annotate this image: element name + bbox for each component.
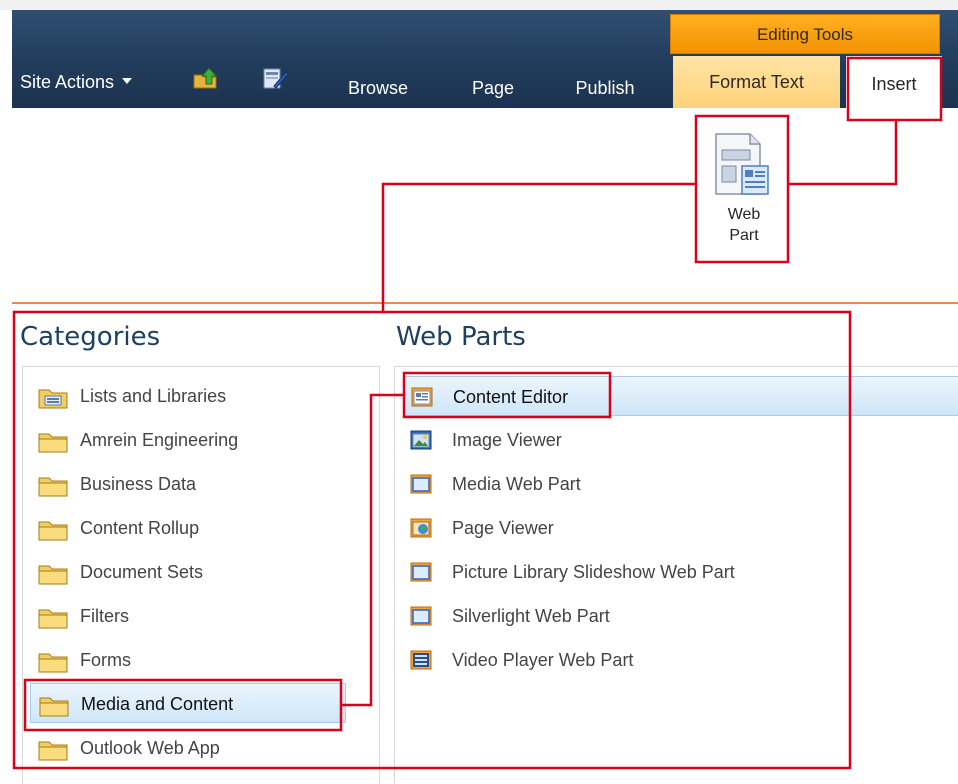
folder-icon	[38, 609, 68, 629]
web-part-item-selected[interactable]: Content Editor	[404, 376, 958, 416]
library-folder-icon	[38, 389, 68, 409]
folder-icon	[38, 433, 68, 453]
folder-icon	[39, 697, 69, 717]
folder-icon	[38, 521, 68, 541]
top-margin	[0, 0, 958, 10]
web-part-label-line1: Web	[727, 206, 761, 223]
folder-icon	[38, 741, 68, 761]
category-item[interactable]: Business Data	[30, 464, 346, 504]
category-label: Document Sets	[80, 562, 204, 582]
category-label: Content Rollup	[80, 518, 200, 538]
site-actions-label: Site Actions	[20, 72, 115, 92]
category-label: Filters	[80, 606, 129, 626]
folder-icon	[38, 477, 68, 497]
web-part-label: Media Web Part	[452, 474, 581, 494]
category-label: Media and Content	[81, 694, 234, 714]
category-item[interactable]: Lists and Libraries	[30, 376, 346, 416]
media-web-part-icon	[410, 474, 432, 494]
web-part-label-line2: Part	[729, 227, 759, 244]
image-viewer-icon	[410, 430, 432, 450]
insert-web-part-button[interactable]: Web Part	[700, 118, 788, 260]
category-label: Forms	[80, 650, 131, 670]
video-player-icon	[410, 650, 432, 670]
web-part-label: Silverlight Web Part	[452, 606, 610, 626]
web-part-icon	[715, 133, 769, 195]
slideshow-icon	[410, 562, 432, 582]
left-margin	[0, 10, 12, 783]
sharepoint-page: Editing Tools Site Actions Browse Page P…	[0, 0, 958, 784]
site-actions-menu[interactable]: Site Actions	[14, 60, 174, 108]
categories-heading: Categories	[20, 322, 161, 352]
edit-page-icon[interactable]	[262, 66, 288, 90]
silverlight-icon	[410, 606, 432, 626]
category-item-selected[interactable]: Media and Content	[30, 683, 346, 723]
category-item[interactable]: Content Rollup	[30, 508, 346, 548]
web-part-label: Video Player Web Part	[452, 650, 634, 670]
category-item[interactable]: Outlook Web App	[30, 728, 346, 768]
category-item[interactable]: Filters	[30, 596, 346, 636]
content-editor-icon	[411, 387, 433, 407]
category-label: Business Data	[80, 474, 197, 494]
web-part-label: Picture Library Slideshow Web Part	[452, 562, 735, 582]
folder-icon	[38, 653, 68, 673]
web-part-label: Page Viewer	[452, 518, 554, 538]
editing-tools-group-label: Editing Tools	[670, 14, 940, 54]
category-item[interactable]: Document Sets	[30, 552, 346, 592]
tab-browse[interactable]: Browse	[333, 60, 423, 108]
tab-insert[interactable]: Insert	[846, 56, 942, 108]
tab-publish[interactable]: Publish	[560, 60, 650, 108]
folder-icon	[38, 565, 68, 585]
category-label: Lists and Libraries	[80, 386, 227, 406]
web-part-label: Content Editor	[453, 387, 569, 407]
category-label: Outlook Web App	[80, 738, 220, 758]
page-viewer-icon	[410, 518, 432, 538]
web-parts-heading: Web Parts	[396, 322, 526, 352]
navigate-up-icon[interactable]	[192, 66, 218, 90]
ribbon-content-area	[12, 108, 958, 304]
web-part-button-label: Web Part	[700, 204, 788, 246]
web-part-label: Image Viewer	[452, 430, 562, 450]
category-item[interactable]: Forms	[30, 640, 346, 680]
category-item[interactable]: Amrein Engineering	[30, 420, 346, 460]
tab-format-text[interactable]: Format Text	[673, 56, 840, 108]
category-label: Amrein Engineering	[80, 430, 239, 450]
chevron-down-icon	[122, 78, 133, 85]
tab-page[interactable]: Page	[462, 60, 524, 108]
